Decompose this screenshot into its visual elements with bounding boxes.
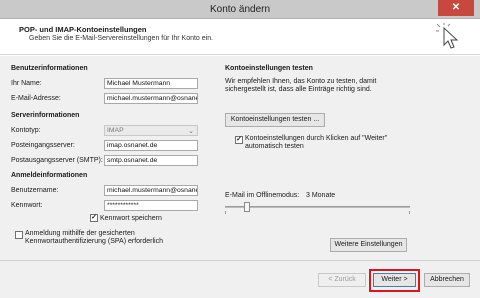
name-label: Ihr Name:	[11, 80, 42, 87]
auto-test-checkbox[interactable]: ✓	[235, 136, 243, 144]
chevron-down-icon: ⌄	[188, 128, 194, 135]
outgoing-server-field[interactable]: smtp.osnanet.de	[104, 155, 198, 166]
remember-password-label: Kennwort speichern	[100, 215, 162, 222]
close-icon: ✕	[451, 2, 461, 13]
password-field[interactable]: ************	[104, 200, 198, 211]
window-title: Konto ändern	[209, 4, 271, 15]
offline-slider-thumb[interactable]	[244, 202, 251, 212]
incoming-server-label: Posteingangsserver:	[11, 142, 75, 149]
email-field[interactable]: michael.mustermann@osnanet.de	[104, 93, 198, 104]
spa-label-line2: Kennwortauthentifizierung (SPA) erforder…	[25, 238, 163, 245]
test-section-title: Kontoeinstellungen testen	[225, 65, 313, 72]
name-field[interactable]: Michael Mustermann	[104, 78, 198, 89]
spa-label-line1: Anmeldung mithilfe der gesicherten	[25, 230, 135, 237]
next-button[interactable]: Weiter >	[373, 273, 416, 287]
offline-slider-track[interactable]	[225, 206, 410, 208]
account-type-select: IMAP ⌄	[104, 125, 198, 136]
offline-mode-label: E-Mail im Offlinemodus:	[225, 192, 300, 199]
test-desc-line2: sichergestellt ist, dass alle Einträge r…	[225, 86, 372, 93]
title-bar: Konto ändern ✕	[0, 0, 480, 19]
user-info-section-title: Benutzerinformationen	[11, 65, 88, 72]
spa-checkbox[interactable]	[15, 231, 23, 239]
close-button[interactable]: ✕	[438, 0, 474, 16]
outgoing-server-label: Postausgangsserver (SMTP):	[11, 157, 103, 164]
footer-divider	[0, 260, 480, 261]
header-band: POP- und IMAP-Kontoeinstellungen Geben S…	[0, 19, 480, 55]
remember-password-checkbox[interactable]: ✓	[90, 214, 98, 222]
auto-test-label-line1: Kontoeinstellungen durch Klicken auf "We…	[245, 135, 388, 142]
email-label: E-Mail-Adresse:	[11, 95, 61, 102]
username-field[interactable]: michael.mustermann@osnanet.de	[104, 185, 198, 196]
account-type-label: Kontotyp:	[11, 127, 41, 134]
slider-tick	[225, 211, 226, 214]
more-settings-button[interactable]: Weitere Einstellungen	[330, 238, 407, 252]
username-label: Benutzername:	[11, 187, 59, 194]
cancel-button[interactable]: Abbrechen	[424, 273, 470, 287]
slider-tick	[409, 211, 410, 214]
password-label: Kennwort:	[11, 202, 43, 209]
header-subtitle: Geben Sie die E-Mail-Servereinstellungen…	[29, 35, 214, 42]
test-desc-line1: Wir empfehlen Ihnen, das Konto zu testen…	[225, 78, 377, 85]
auto-test-label-line2: automatisch testen	[245, 143, 304, 150]
login-info-section-title: Anmeldeinformationen	[11, 172, 88, 179]
server-info-section-title: Serverinformationen	[11, 112, 80, 119]
offline-mode-value: 3 Monate	[306, 192, 336, 199]
cursor-click-icon	[436, 23, 459, 49]
header-title: POP- und IMAP-Kontoeinstellungen	[19, 25, 147, 34]
settings-panel: Benutzerinformationen Ihr Name: Michael …	[0, 56, 480, 298]
incoming-server-field[interactable]: imap.osnanet.de	[104, 140, 198, 151]
back-button: < Zurück	[318, 273, 366, 287]
account-type-value: IMAP	[107, 127, 124, 134]
test-settings-button[interactable]: Kontoeinstellungen testen ...	[225, 113, 325, 127]
